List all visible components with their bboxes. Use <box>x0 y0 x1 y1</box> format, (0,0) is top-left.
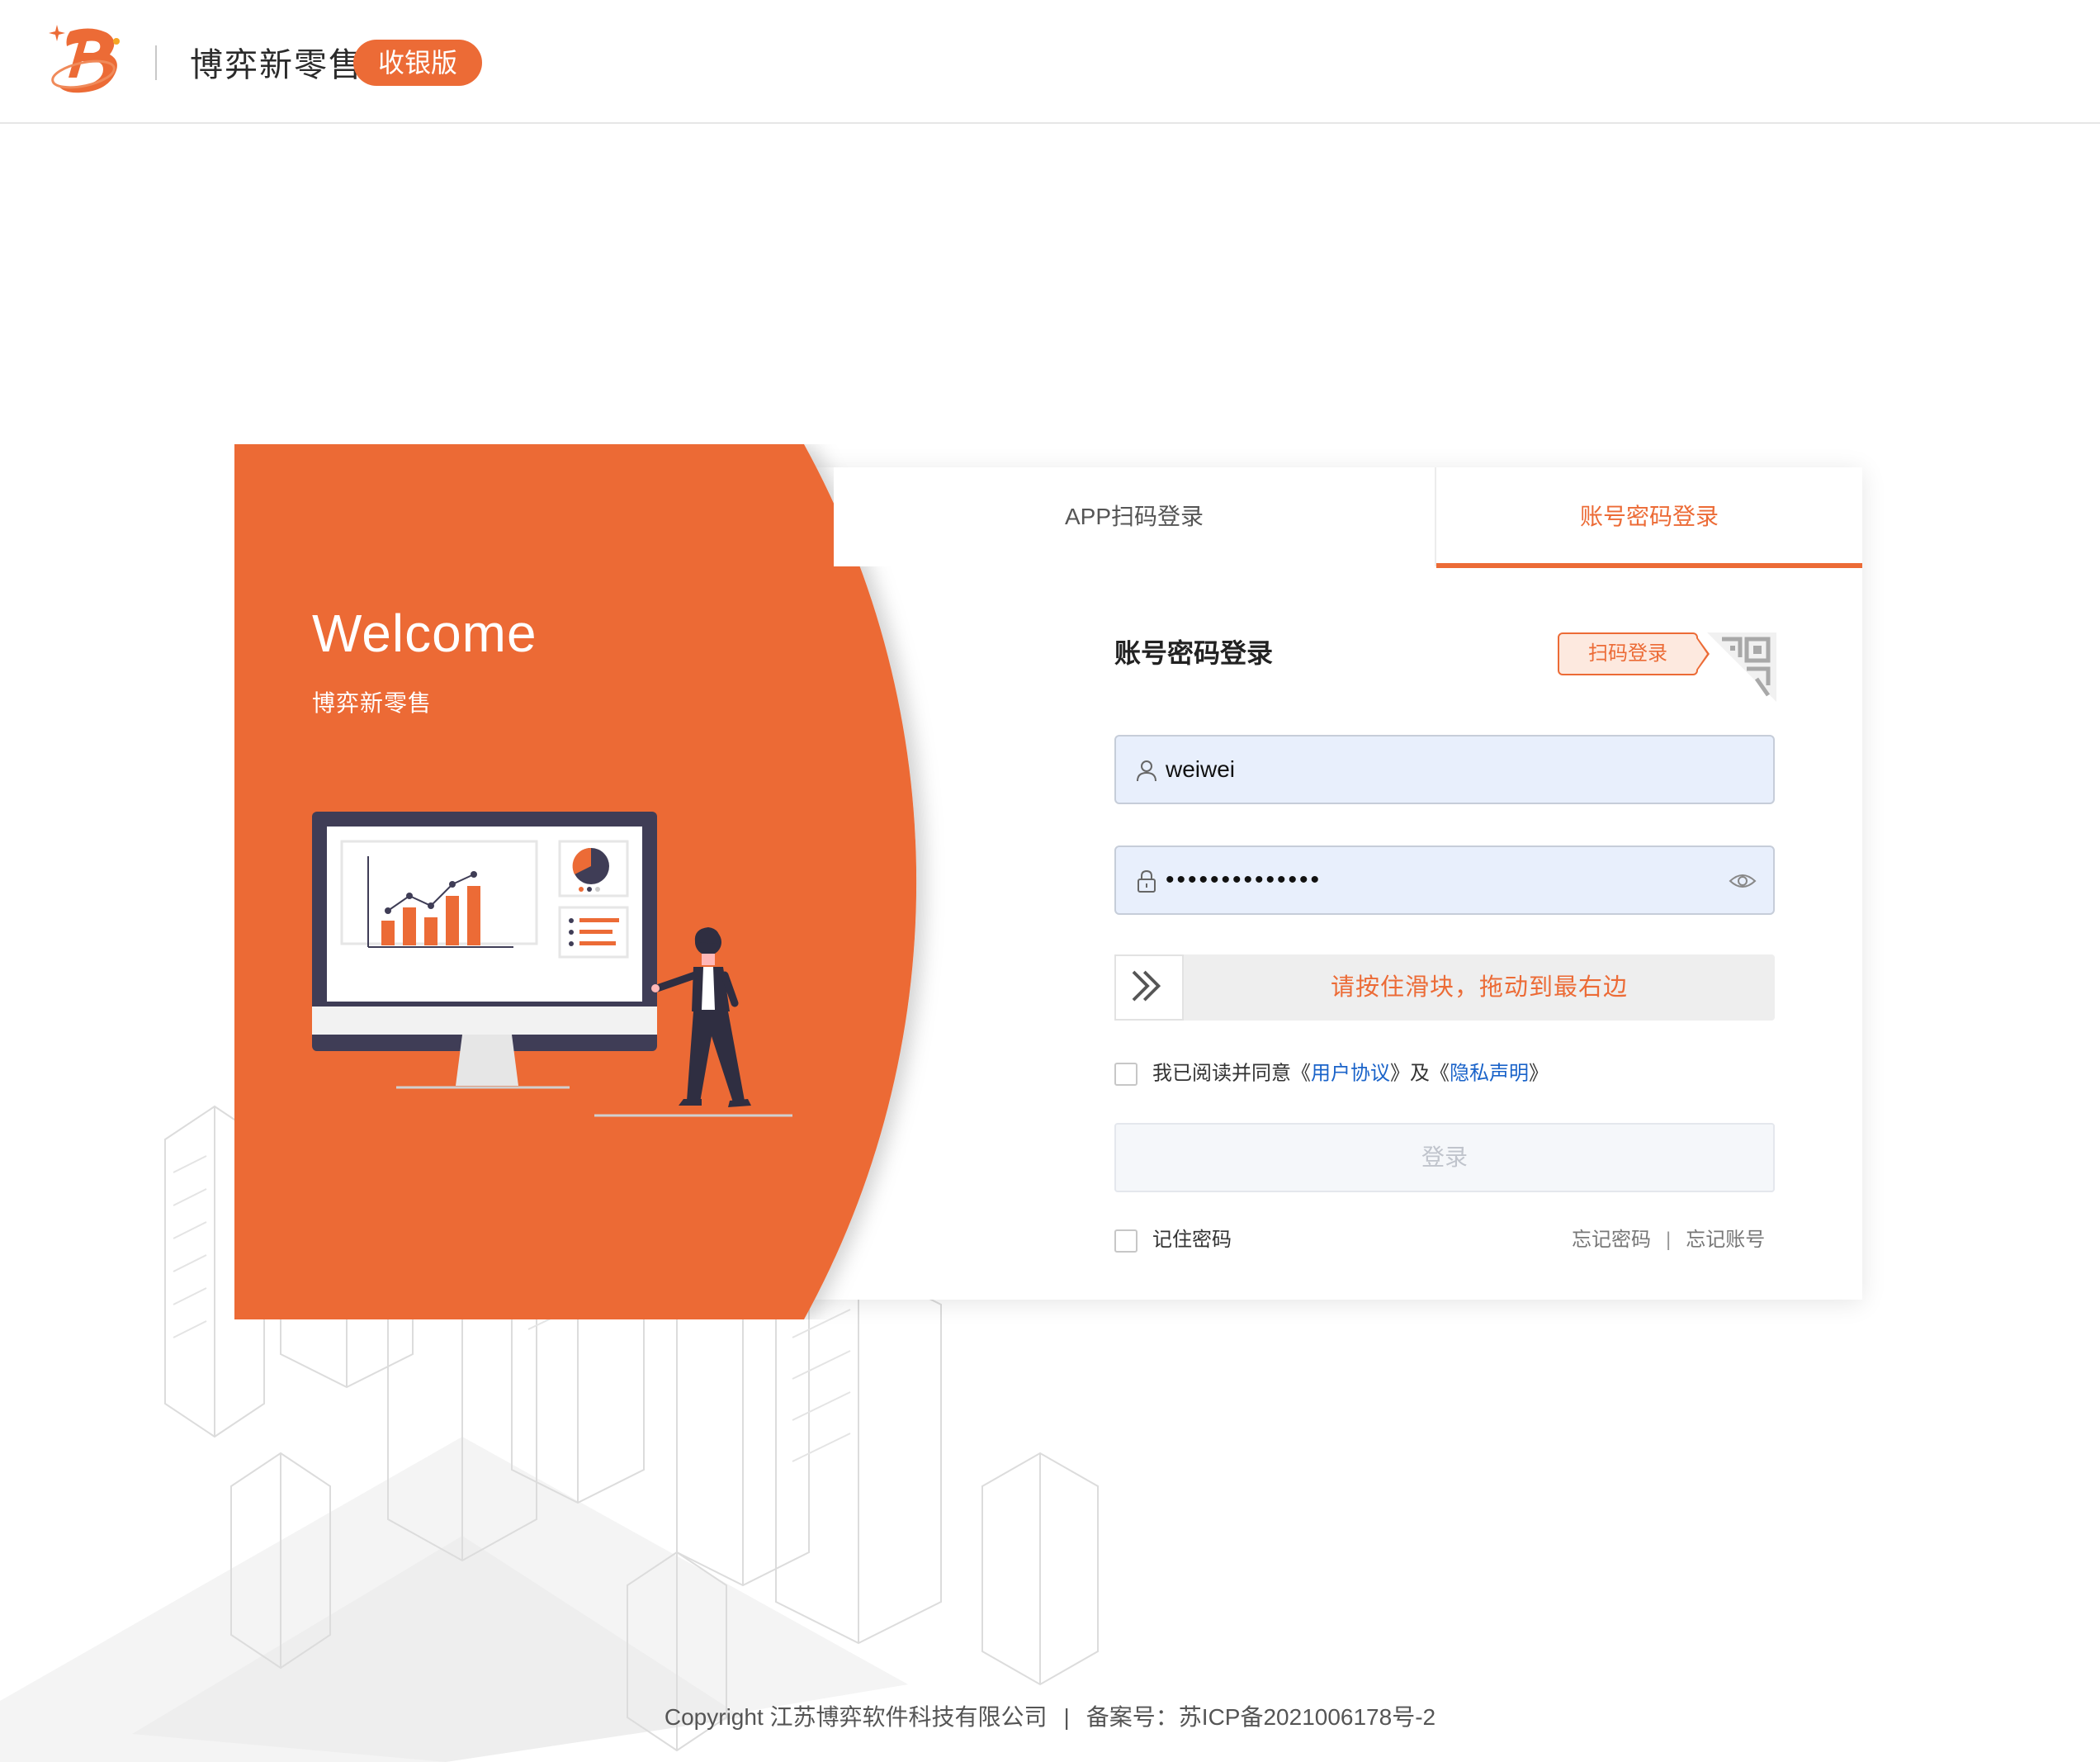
username-field[interactable]: weiwei <box>1114 735 1775 804</box>
remember-password-label[interactable]: 记住密码 <box>1152 1229 1232 1251</box>
forgot-account-link[interactable]: 忘记账号 <box>1686 1229 1765 1251</box>
top-header: 博弈新零售 收银版 <box>0 0 2100 124</box>
login-button[interactable]: 登录 <box>1114 1123 1775 1192</box>
forgot-links: 忘记密码 | 忘记账号 <box>1572 1225 1765 1255</box>
scan-login-button[interactable]: 扫码登录 <box>1558 632 1698 675</box>
agreement-suffix: 》 <box>1529 1062 1549 1085</box>
slide-verification: 请按住滑块，拖动到最右边 <box>1114 954 1775 1021</box>
edition-badge: 收银版 <box>353 40 483 86</box>
forgot-separator: | <box>1666 1229 1672 1251</box>
password-field[interactable]: •••••••••••••• <box>1114 845 1775 915</box>
remember-password-checkbox[interactable] <box>1114 1229 1138 1253</box>
footer-separator: | <box>1063 1704 1070 1730</box>
icp-record-text: 备案号：苏ICP备2021006178号-2 <box>1085 1704 1436 1730</box>
form-title: 账号密码登录 <box>1114 638 1274 668</box>
double-chevron-right-icon <box>1132 970 1161 1002</box>
show-password-eye-icon[interactable] <box>1729 869 1757 893</box>
user-icon <box>1137 760 1156 782</box>
login-tabs: APP扫码登录 账号密码登录 <box>834 467 1862 568</box>
brand-name: 博弈新零售 <box>190 47 363 83</box>
remember-password-row: 记住密码 <box>1114 1225 1232 1255</box>
header-divider <box>155 45 157 80</box>
privacy-statement-link[interactable]: 隐私声明 <box>1450 1063 1529 1085</box>
welcome-title: Welcome <box>312 604 537 663</box>
password-value[interactable]: •••••••••••••• <box>1166 847 1322 913</box>
welcome-subtitle: 博弈新零售 <box>312 690 433 716</box>
slider-hint-text: 请按住滑块，拖动到最右边 <box>1330 974 1628 1001</box>
boyi-logo-icon[interactable] <box>45 23 128 102</box>
forgot-password-link[interactable]: 忘记密码 <box>1572 1229 1651 1251</box>
agreement-row: 我已阅读并同意《用户协议》及《隐私声明》 <box>1114 1059 1549 1088</box>
tab-app-scan-login[interactable]: APP扫码登录 <box>834 467 1436 566</box>
agreement-checkbox[interactable] <box>1114 1062 1138 1086</box>
tab-account-login[interactable]: 账号密码登录 <box>1436 467 1862 568</box>
slider-handle[interactable] <box>1114 954 1184 1021</box>
qr-code-corner-icon[interactable] <box>1707 632 1776 702</box>
agreement-prefix: 我已阅读并同意《 <box>1152 1062 1311 1085</box>
scan-tooltip-arrow-inner <box>1696 638 1707 670</box>
copyright-text: Copyright 江苏博弈软件科技有限公司 <box>664 1704 1048 1730</box>
username-value[interactable]: weiwei <box>1166 737 1235 803</box>
lock-icon <box>1138 869 1156 893</box>
agreement-mid: 》及《 <box>1390 1062 1450 1085</box>
user-agreement-link[interactable]: 用户协议 <box>1311 1063 1390 1085</box>
footer: Copyright 江苏博弈软件科技有限公司 | 备案号：苏ICP备20210061… <box>0 1699 2100 1732</box>
dashboard-presenter-illustration <box>312 812 792 1117</box>
